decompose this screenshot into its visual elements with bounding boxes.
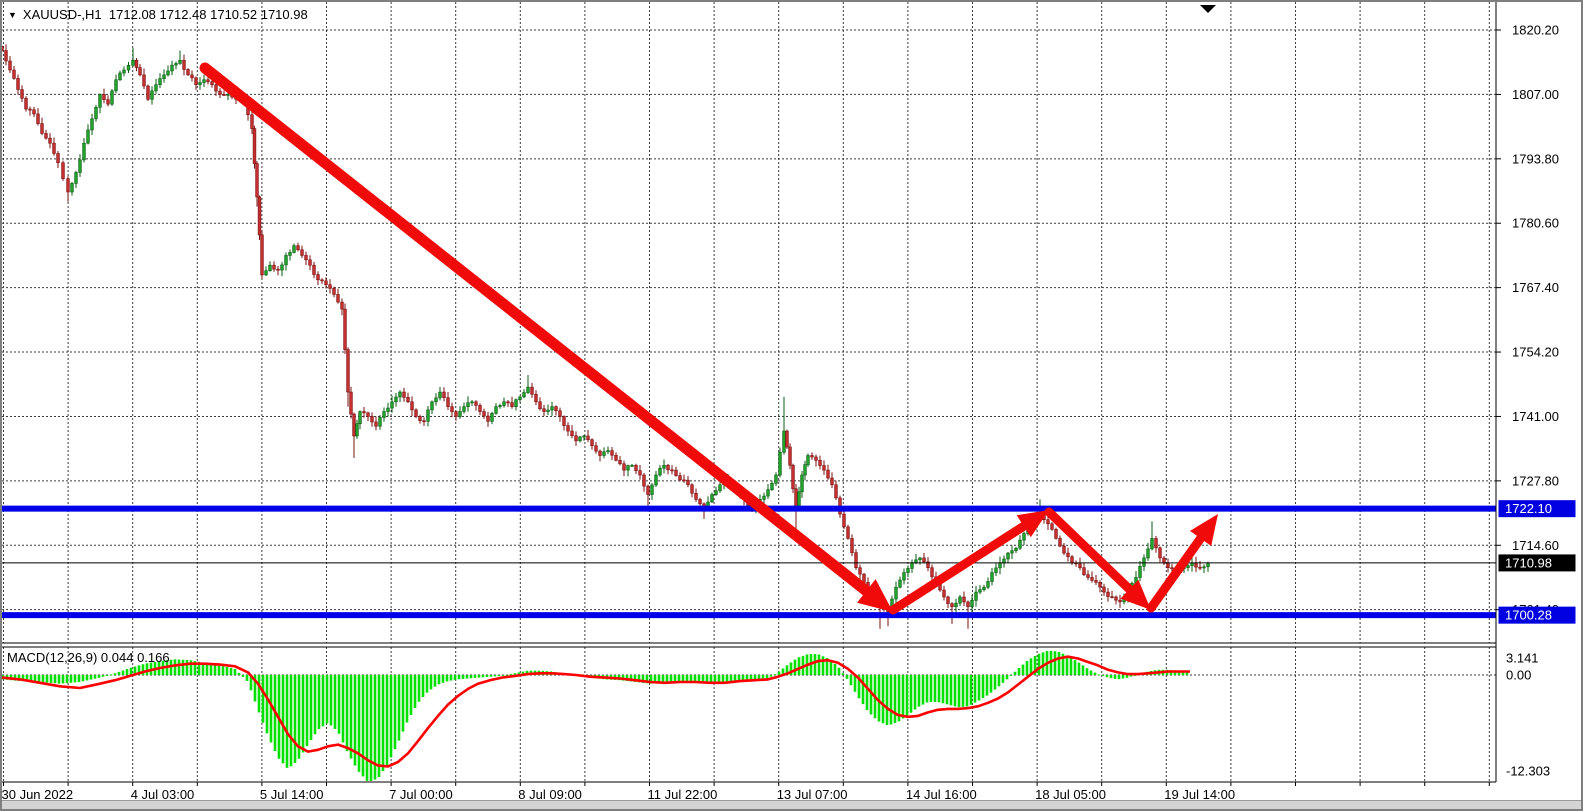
macd-layer xyxy=(2,651,1190,781)
ohlc-readout xyxy=(102,7,109,22)
macd-axis-label: 0.00 xyxy=(1506,668,1531,683)
symbol-dropdown-icon[interactable]: ▼ xyxy=(8,10,17,20)
candles-layer xyxy=(1,44,1210,628)
price-axis-label: 1741.00 xyxy=(1512,409,1559,424)
price-axis-label: 1807.00 xyxy=(1512,87,1559,102)
price-axis-label: 1793.80 xyxy=(1512,151,1559,166)
price-axis-label: 1780.60 xyxy=(1512,216,1559,231)
price-axis-label: 1727.80 xyxy=(1512,473,1559,488)
macd-indicator-label: MACD(12,26,9) 0.044 0.166 xyxy=(7,650,170,665)
price-axis-label: 1820.20 xyxy=(1512,23,1559,38)
price-axis-label: 1714.60 xyxy=(1512,538,1559,553)
macd-axis-label: -12.303 xyxy=(1506,764,1550,779)
price-axis-label: 1767.40 xyxy=(1512,280,1559,295)
macd-axis-label: 3.141 xyxy=(1506,651,1539,666)
ohlc-values: 1712.08 1712.48 1710.52 1710.98 xyxy=(109,7,308,22)
price-axis-label: 1754.20 xyxy=(1512,345,1559,360)
axes-layer: 1820.20 1807.00 1793.80 1780.60 1767.40 1754.… xyxy=(2,2,1576,802)
chart-title: ▼ XAUUSD-,H1 1712.08 1712.48 1710.52 1710… xyxy=(8,7,308,22)
trend-arrows-layer xyxy=(205,68,1218,612)
price-level-badge: 1722.10 xyxy=(1505,501,1552,516)
trading-chart-canvas[interactable]: 1820.20 1807.00 1793.80 1780.60 1767.40 1754.… xyxy=(0,0,1583,811)
hlines-layer xyxy=(2,509,1496,615)
price-level-badge: 1700.28 xyxy=(1505,608,1552,623)
window-bottom-edge xyxy=(2,800,1581,809)
last-bar-marker-icon xyxy=(1200,5,1216,13)
symbol-period-label: XAUUSD-,H1 xyxy=(23,7,102,22)
price-level-badge: 1710.98 xyxy=(1505,555,1552,570)
